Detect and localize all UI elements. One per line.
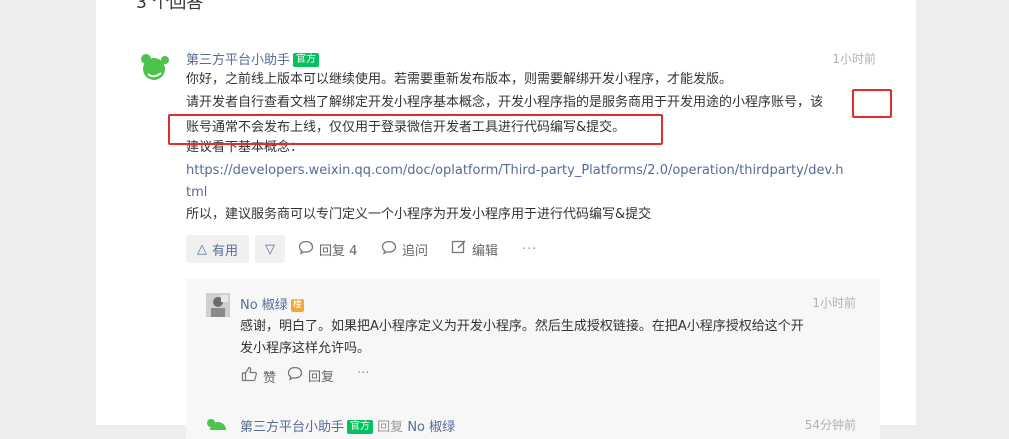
- edit-label: 编辑: [472, 243, 499, 259]
- doc-link[interactable]: https://developers.weixin.qq.com/doc/opl…: [186, 160, 844, 182]
- triangle-up-icon: △: [196, 241, 207, 257]
- thumbs-up-icon: [241, 366, 258, 386]
- reply-comment-label: 回复: [308, 370, 335, 385]
- reply-time: 1小时前: [812, 296, 856, 310]
- official-badge: 官方: [347, 420, 374, 434]
- official-badge: 官方: [293, 53, 320, 67]
- answer-line: 请开发者自行查看文档了解绑定开发小程序基本概念，开发小程序指的是服务商用于开发用…: [186, 95, 824, 110]
- answer-time: 1小时前: [832, 52, 876, 66]
- followup-button[interactable]: 追问: [381, 235, 428, 263]
- reply-line: 感谢，明白了。如果把A小程序定义为开发小程序。然后生成授权链接。在把A小程序授权…: [240, 319, 804, 334]
- reply2-author[interactable]: 第三方平台小助手: [240, 420, 344, 435]
- answer-count: 3 个回答: [136, 0, 204, 13]
- reply-line: 发小程序这样允许吗。: [240, 341, 371, 356]
- doc-link-continued[interactable]: tml: [186, 182, 207, 204]
- reply-author-name[interactable]: No 椒绿: [240, 298, 288, 313]
- reply2-header: 第三方平台小助手 官方 回复 No 椒绿: [240, 416, 455, 435]
- comment-icon: [287, 366, 303, 385]
- highlight-box: [168, 114, 663, 145]
- reply-label: 回复 4: [319, 243, 358, 259]
- answer-author-name[interactable]: 第三方平台小助手: [186, 53, 290, 68]
- useful-label: 有用: [211, 243, 238, 259]
- edit-icon: [451, 239, 467, 259]
- answer-line: 你好，之前线上版本可以继续使用。若需要重新发布版本，则需要解绑开发小程序，才能发…: [186, 72, 733, 87]
- like-button[interactable]: 赞: [241, 366, 276, 386]
- comment-icon: [298, 240, 314, 259]
- user-avatar[interactable]: [206, 293, 230, 317]
- useful-button[interactable]: △ 有用: [186, 235, 249, 263]
- downvote-button[interactable]: ▽: [255, 235, 285, 263]
- comment-icon: [381, 240, 397, 259]
- followup-label: 追问: [402, 243, 429, 259]
- answer-line: 所以，建议服务商可以专门定义一个小程序为开发小程序用于进行代码编写&提交: [186, 207, 652, 222]
- reply-comment-button[interactable]: 回复: [287, 366, 334, 385]
- reply-word: 回复: [377, 420, 404, 435]
- highlight-box: [852, 89, 892, 118]
- assistant-avatar-icon[interactable]: [137, 50, 173, 82]
- like-label: 赞: [263, 370, 277, 386]
- op-badge: 楼: [290, 299, 304, 312]
- assistant-avatar-icon[interactable]: [206, 418, 230, 430]
- reply-button[interactable]: 回复 4: [298, 235, 357, 263]
- more-button[interactable]: ···: [357, 366, 369, 381]
- reply-to-user[interactable]: No 椒绿: [407, 420, 455, 435]
- reply-author[interactable]: No 椒绿楼: [240, 294, 304, 313]
- more-button[interactable]: ···: [522, 235, 537, 263]
- triangle-down-icon: ▽: [265, 241, 275, 257]
- answer-author[interactable]: 第三方平台小助手 官方: [186, 49, 320, 68]
- edit-button[interactable]: 编辑: [451, 235, 498, 263]
